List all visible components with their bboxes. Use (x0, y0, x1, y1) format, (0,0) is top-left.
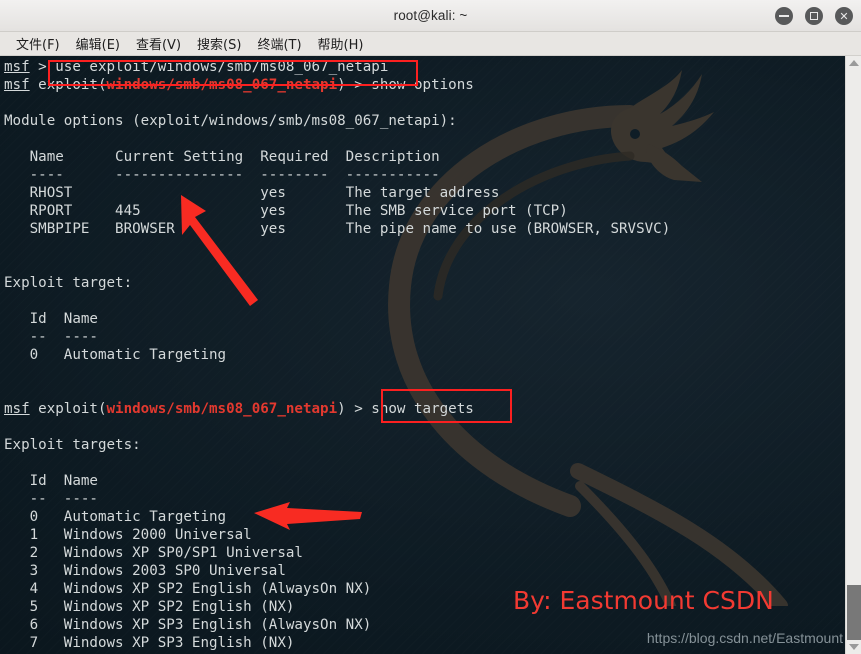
terminal-line: 7 Windows XP SP3 English (NX) (4, 635, 295, 651)
scroll-up-button[interactable] (846, 56, 861, 70)
terminal-screen[interactable]: msf > use exploit/windows/smb/ms08_067_n… (0, 56, 845, 654)
terminal-line: 2 Windows XP SP0/SP1 Universal (4, 545, 303, 561)
close-button[interactable]: ✕ (835, 7, 853, 25)
module-path: windows/smb/ms08_067_netapi (106, 401, 338, 417)
chevron-down-icon (848, 644, 859, 650)
command-text: show targets (371, 401, 474, 417)
terminal-line: Id Name (4, 473, 98, 489)
scrollbar-thumb[interactable] (847, 585, 861, 640)
terminal-body[interactable]: msf > use exploit/windows/smb/ms08_067_n… (0, 56, 861, 654)
menu-item-terminal[interactable]: 终端(T) (249, 33, 309, 54)
window-title: root@kali: ~ (393, 8, 468, 23)
terminal-line: Name Current Setting Required Descriptio… (4, 149, 440, 165)
vertical-scrollbar[interactable] (845, 56, 861, 654)
terminal-line-command-use: msf > use exploit/windows/smb/ms08_067_n… (4, 59, 389, 75)
window-controls: ✕ (775, 7, 853, 25)
terminal-line: 6 Windows XP SP3 English (AlwaysOn NX) (4, 617, 372, 633)
terminal-line: ---- --------------- -------- ----------… (4, 167, 440, 183)
menu-item-help[interactable]: 帮助(H) (310, 33, 372, 54)
terminal-line: Id Name (4, 311, 98, 327)
terminal-line: Exploit target: (4, 275, 133, 291)
terminal-line: 0 Automatic Targeting (4, 347, 227, 363)
terminal-line: RHOST yes The target address (4, 185, 500, 201)
maximize-button[interactable] (805, 7, 823, 25)
menu-item-view[interactable]: 查看(V) (128, 33, 189, 54)
terminal-window: root@kali: ~ ✕ 文件(F) 编辑(E) 查看(V) 搜索(S) 终… (0, 0, 861, 654)
terminal-line: Module options (exploit/windows/smb/ms08… (4, 113, 457, 129)
terminal-output: msf > use exploit/windows/smb/ms08_067_n… (4, 58, 670, 652)
terminal-line: Exploit targets: (4, 437, 141, 453)
menu-item-edit[interactable]: 编辑(E) (68, 33, 128, 54)
terminal-line: -- ---- (4, 491, 98, 507)
byline-text: By: Eastmount CSDN (513, 586, 774, 615)
terminal-line-command-show-targets: msf exploit(windows/smb/ms08_067_netapi)… (4, 401, 474, 417)
module-path: windows/smb/ms08_067_netapi (106, 77, 338, 93)
terminal-line: 0 Automatic Targeting (4, 509, 227, 525)
menu-bar: 文件(F) 编辑(E) 查看(V) 搜索(S) 终端(T) 帮助(H) (0, 32, 861, 56)
chevron-up-icon (848, 60, 859, 66)
terminal-line: RPORT 445 yes The SMB service port (TCP) (4, 203, 568, 219)
menu-item-file[interactable]: 文件(F) (8, 33, 68, 54)
terminal-line: 1 Windows 2000 Universal (4, 527, 252, 543)
command-text: show options (371, 77, 474, 93)
terminal-line: 3 Windows 2003 SP0 Universal (4, 563, 286, 579)
terminal-line-command-show-options: msf exploit(windows/smb/ms08_067_netapi)… (4, 77, 474, 93)
terminal-line: SMBPIPE BROWSER yes The pipe name to use… (4, 221, 671, 237)
command-text: use exploit/windows/smb/ms08_067_netapi (55, 59, 389, 75)
msf-prompt: msf (4, 59, 30, 75)
msf-prompt: msf (4, 77, 30, 93)
terminal-line: -- ---- (4, 329, 98, 345)
msf-prompt: msf (4, 401, 30, 417)
scroll-down-button[interactable] (846, 640, 861, 654)
menu-item-search[interactable]: 搜索(S) (189, 33, 249, 54)
title-bar: root@kali: ~ ✕ (0, 0, 861, 32)
csdn-watermark: https://blog.csdn.net/Eastmount (646, 630, 843, 646)
minimize-button[interactable] (775, 7, 793, 25)
